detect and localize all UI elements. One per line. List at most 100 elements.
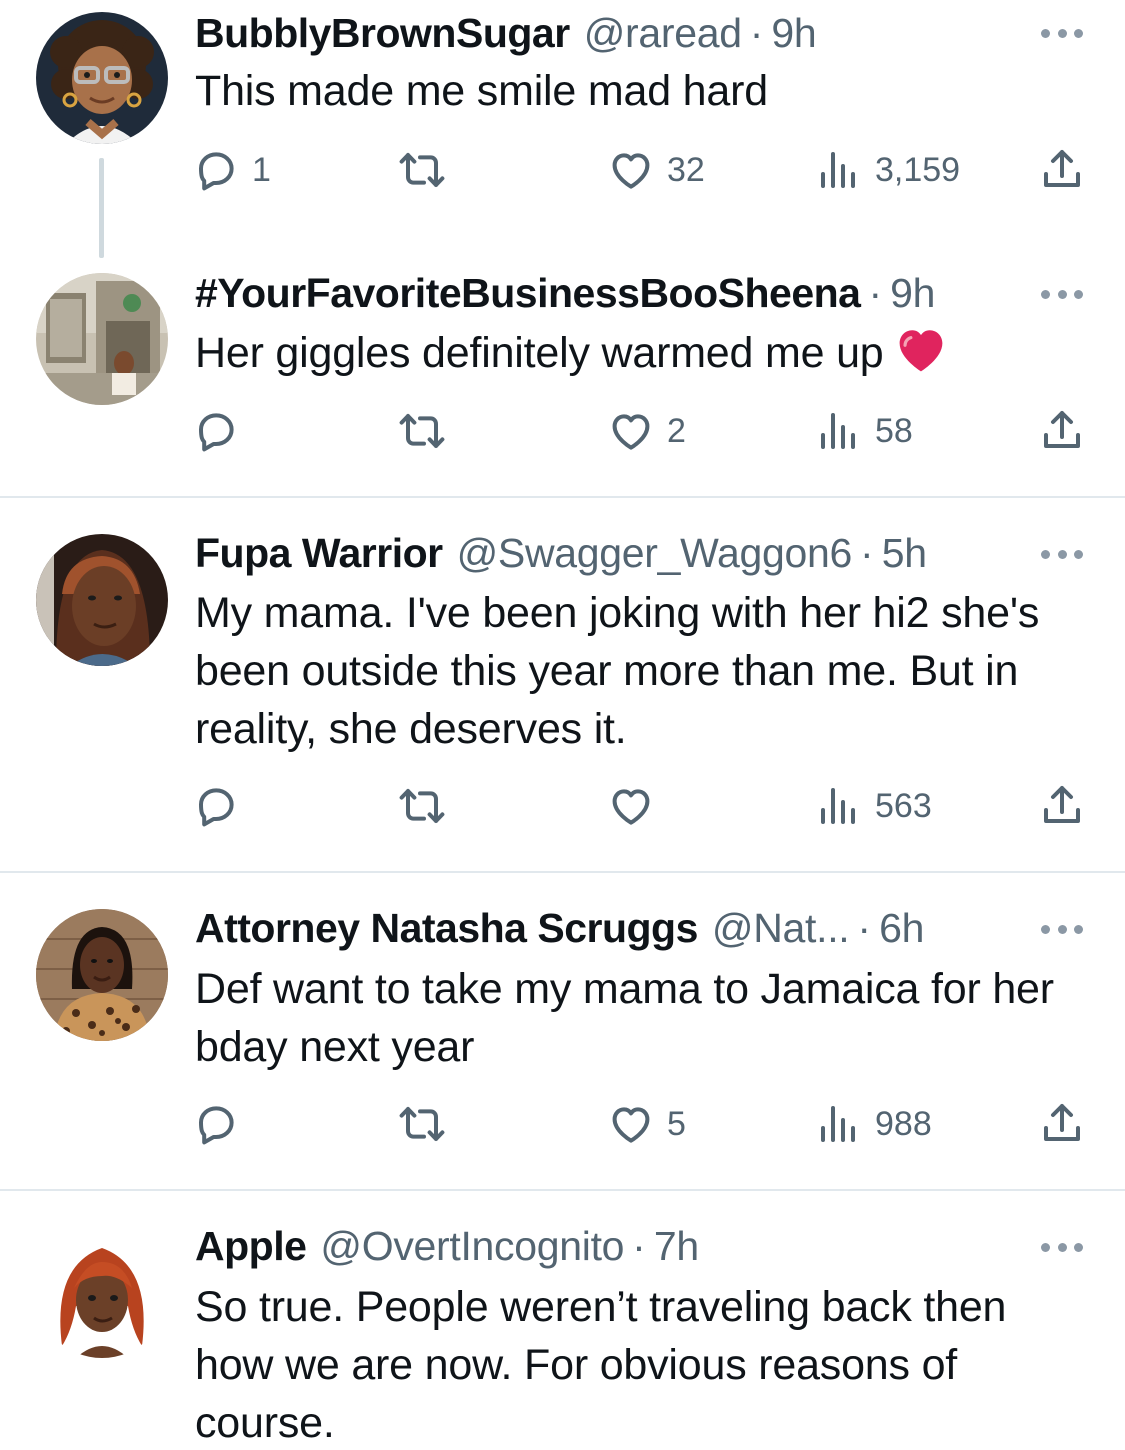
- more-options-icon[interactable]: [1041, 923, 1083, 935]
- views-icon: [821, 152, 855, 188]
- like-count: 5: [667, 1104, 686, 1143]
- display-name[interactable]: #YourFavoriteBusinessBooSheena: [195, 270, 861, 317]
- separator: ·: [857, 905, 872, 951]
- user-handle[interactable]: @raread: [584, 10, 742, 57]
- more-options-icon[interactable]: [1041, 288, 1083, 300]
- tweet-text: So true. People weren’t traveling back t…: [195, 1283, 1007, 1447]
- like-button[interactable]: 5: [607, 1094, 686, 1154]
- avatar[interactable]: [36, 273, 168, 405]
- heart-icon: [612, 414, 650, 450]
- view-count: 988: [875, 1104, 932, 1143]
- timestamp[interactable]: 9h: [771, 10, 816, 57]
- separator: ·: [860, 530, 874, 576]
- divider: [0, 496, 1125, 498]
- more-options-icon[interactable]: [1041, 27, 1083, 39]
- retweet-button[interactable]: [398, 1094, 446, 1154]
- tweet-header: #YourFavoriteBusinessBooSheena · 9h: [195, 270, 1085, 320]
- photo-avatar-woman-icon: [36, 534, 168, 666]
- views-icon: [821, 788, 855, 824]
- retweet-icon: [399, 414, 445, 448]
- share-icon: [1044, 411, 1080, 448]
- action-bar: 2 58: [0, 401, 1125, 461]
- separator: ·: [632, 1223, 646, 1269]
- timestamp[interactable]: 7h: [654, 1223, 699, 1270]
- like-button[interactable]: [607, 776, 667, 836]
- display-name[interactable]: BubblyBrownSugar: [195, 10, 570, 57]
- tweet-text: This made me smile mad hard: [195, 67, 768, 115]
- user-handle[interactable]: @Swagger_Waggon6: [457, 530, 853, 577]
- retweet-icon: [399, 789, 445, 823]
- heart-icon: [612, 153, 650, 189]
- timestamp[interactable]: 6h: [879, 905, 924, 952]
- action-bar: 5 988: [0, 1094, 1125, 1154]
- reply-button[interactable]: 1: [192, 140, 271, 200]
- red-heart-icon: [894, 323, 948, 392]
- views-button[interactable]: 3,159: [815, 140, 960, 200]
- separator: ·: [868, 270, 883, 316]
- user-handle[interactable]: @OvertIncognito: [320, 1223, 624, 1270]
- view-count: 3,159: [875, 150, 961, 189]
- views-button[interactable]: 563: [815, 776, 932, 836]
- reply-icon: [199, 413, 234, 452]
- avatar[interactable]: [36, 534, 168, 666]
- heart-icon: [612, 1107, 650, 1143]
- retweet-icon: [399, 153, 445, 187]
- more-options-icon[interactable]: [1041, 1241, 1083, 1253]
- display-name[interactable]: Apple: [195, 1223, 307, 1270]
- photo-avatar-leopard-icon: [36, 909, 168, 1041]
- action-bar: 563: [0, 776, 1125, 836]
- share-button[interactable]: [1038, 776, 1086, 836]
- like-button[interactable]: 32: [607, 140, 705, 200]
- tweet-header: Apple @OvertIncognito · 7h: [195, 1223, 1085, 1273]
- views-icon: [821, 1106, 855, 1142]
- timestamp[interactable]: 9h: [890, 270, 935, 317]
- avatar[interactable]: [36, 12, 168, 144]
- share-icon: [1044, 150, 1080, 187]
- view-count: 58: [875, 411, 913, 450]
- share-button[interactable]: [1038, 140, 1086, 200]
- more-options-icon[interactable]: [1041, 548, 1083, 560]
- reply-button[interactable]: [192, 776, 252, 836]
- reply-icon: [199, 152, 234, 191]
- action-bar: 1 32 3,159: [0, 140, 1125, 200]
- tweet-text: Def want to take my mama to Jamaica for …: [195, 965, 1054, 1071]
- retweet-button[interactable]: [398, 401, 446, 461]
- tweet-text: Her giggles definitely warmed me up: [195, 329, 884, 377]
- reply-count: 1: [252, 150, 271, 189]
- memoji-red-hair-avatar-icon: [36, 1226, 168, 1358]
- tweet-header: Attorney Natasha Scruggs @Nat... · 6h: [195, 905, 1085, 955]
- divider: [0, 1189, 1125, 1191]
- retweet-button[interactable]: [398, 776, 446, 836]
- heart-icon: [612, 789, 650, 825]
- photo-avatar-storefront-icon: [36, 273, 168, 405]
- avatar[interactable]: [36, 1226, 168, 1358]
- like-count: 32: [667, 150, 705, 189]
- reply-icon: [199, 1106, 234, 1145]
- views-icon: [821, 413, 855, 449]
- tweet-text-container: Her giggles definitely warmed me up: [195, 323, 1089, 392]
- share-button[interactable]: [1038, 1094, 1086, 1154]
- reply-button[interactable]: [192, 401, 252, 461]
- tweet-text: My mama. I've been joking with her hi2 s…: [195, 589, 1040, 753]
- memoji-glasses-avatar-icon: [36, 12, 168, 144]
- retweet-icon: [399, 1107, 445, 1141]
- user-handle[interactable]: @Nat...: [712, 905, 850, 952]
- divider: [0, 871, 1125, 873]
- display-name[interactable]: Fupa Warrior: [195, 530, 443, 577]
- views-button[interactable]: 58: [815, 401, 913, 461]
- timestamp[interactable]: 5h: [882, 530, 927, 577]
- like-count: 2: [667, 411, 686, 450]
- views-button[interactable]: 988: [815, 1094, 932, 1154]
- display-name[interactable]: Attorney Natasha Scruggs: [195, 905, 698, 952]
- reply-button[interactable]: [192, 1094, 252, 1154]
- like-button[interactable]: 2: [607, 401, 686, 461]
- reply-icon: [199, 788, 234, 827]
- retweet-button[interactable]: [398, 140, 446, 200]
- avatar[interactable]: [36, 909, 168, 1041]
- separator: ·: [749, 10, 764, 56]
- view-count: 563: [875, 786, 932, 825]
- share-icon: [1044, 786, 1080, 823]
- share-button[interactable]: [1038, 401, 1086, 461]
- tweet-header: Fupa Warrior @Swagger_Waggon6 · 5h: [195, 530, 1085, 580]
- share-icon: [1044, 1104, 1080, 1141]
